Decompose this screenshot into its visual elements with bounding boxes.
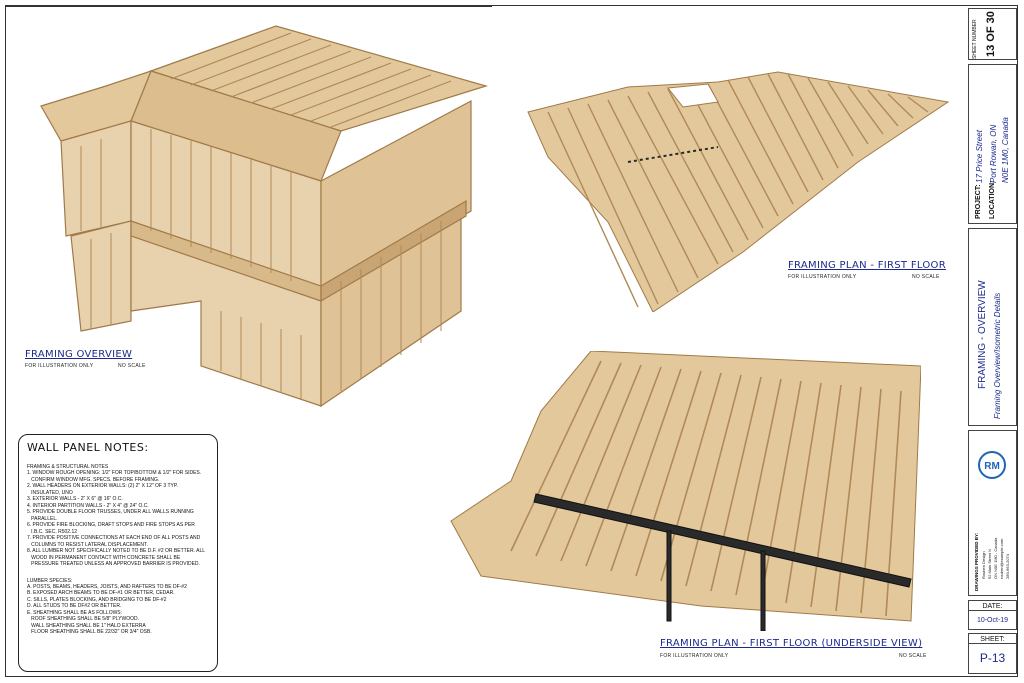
divider [6, 6, 492, 7]
project-label: PROJECT: [975, 184, 982, 219]
location-label: LOCATION: [989, 180, 996, 219]
location-line2: N0E 1M0, Canada [1001, 117, 1010, 183]
logo-text: RM [984, 461, 1000, 472]
company-line: Rouben Design [981, 551, 986, 579]
underside-title: FRAMING PLAN - FIRST FLOOR (UNDERSIDE VI… [660, 638, 923, 649]
framing-notes-list: 1. WINDOW ROUGH OPENING: 1/2" FOR TOP/BO… [27, 470, 209, 568]
underside-view-illustration [450, 351, 921, 631]
date-label: DATE: [969, 603, 1016, 611]
project-box: PROJECT: 17 Price Street LOCATION: Port … [968, 64, 1017, 224]
title-block: SHEET NUMBER 13 OF 30 PROJECT: 17 Price … [968, 6, 1017, 676]
sheet-value: P-13 [979, 651, 1006, 665]
company-line: ON N0E 1M0 - Canada [993, 537, 998, 579]
notes-heading: WALL PANEL NOTES: [27, 441, 149, 454]
overview-title: FRAMING OVERVIEW [25, 349, 133, 360]
list-item: 2. WALL HEADERS ON EXTERIOR WALLS: (2) 2… [27, 483, 178, 496]
drawing-sheet: FRAMING OVERVIEW FOR ILLUSTRATION ONLY N… [5, 5, 1018, 677]
underside-note: FOR ILLUSTRATION ONLY [660, 653, 729, 659]
list-item: 6. PROVIDE FIRE BLOCKING, DRAFT STOPS AN… [27, 522, 195, 535]
company-line: 289-663-2074 [1005, 554, 1010, 579]
sheet-box: SHEET: P-13 [968, 633, 1017, 674]
sheet-number-label: SHEET NUMBER [972, 19, 978, 59]
list-item: 5. PROVIDE DOUBLE FLOOR TRUSSES, UNDER A… [27, 509, 194, 522]
list-item: 7. PROVIDE POSITIVE CONNECTIONS AT EACH … [27, 535, 201, 548]
sheet-title-box: FRAMING - OVERVIEW Framing Overview/Isom… [968, 228, 1017, 426]
list-item: 8. ALL LUMBER NOT SPECIFICALLY NOTED TO … [27, 548, 206, 567]
drawing-area: FRAMING OVERVIEW FOR ILLUSTRATION ONLY N… [6, 6, 964, 676]
list-item: 1. WINDOW ROUGH OPENING: 1/2" FOR TOP/BO… [27, 470, 202, 483]
overview-note: FOR ILLUSTRATION ONLY [25, 363, 94, 369]
drawings-provided-label: DRAWINGS PROVIDED BY: [974, 532, 979, 591]
location-line1: Port Rowan, ON [989, 124, 998, 183]
sheet-label: SHEET: [969, 636, 1016, 644]
sheet-title: FRAMING - OVERVIEW [977, 280, 988, 389]
designer-box: RM DRAWINGS PROVIDED BY: Rouben Design 5… [968, 430, 1017, 596]
sheet-number: 13 OF 30 [985, 11, 997, 57]
lumber-species-list: A. POSTS, BEAMS, HEADERS, JOISTS, AND RA… [27, 584, 209, 636]
underside-scale: NO SCALE [899, 653, 927, 659]
wall-panel-notes: WALL PANEL NOTES: FRAMING & STRUCTURAL N… [18, 434, 218, 672]
plan-scale: NO SCALE [912, 274, 940, 280]
plan-title: FRAMING PLAN - FIRST FLOOR [788, 260, 946, 271]
sheet-subtitle: Framing Overview/Isometric Details [993, 292, 1002, 419]
company-logo-icon: RM [978, 451, 1006, 479]
plan-note: FOR ILLUSTRATION ONLY [788, 274, 857, 280]
date-box: DATE: 10-Oct-19 [968, 600, 1017, 630]
list-item: E. SHEATHING SHALL BE AS FOLLOWS: ROOF S… [27, 609, 152, 636]
overview-scale: NO SCALE [118, 363, 146, 369]
sheet-number-box: SHEET NUMBER 13 OF 30 [968, 8, 1017, 60]
company-line: rouben@example.com [999, 538, 1004, 579]
framing-plan-illustration [527, 71, 950, 312]
date-value: 10-Oct-19 [976, 617, 1009, 624]
company-line: 52 Main Street N [987, 548, 992, 579]
project-name: 17 Price Street [975, 130, 984, 183]
